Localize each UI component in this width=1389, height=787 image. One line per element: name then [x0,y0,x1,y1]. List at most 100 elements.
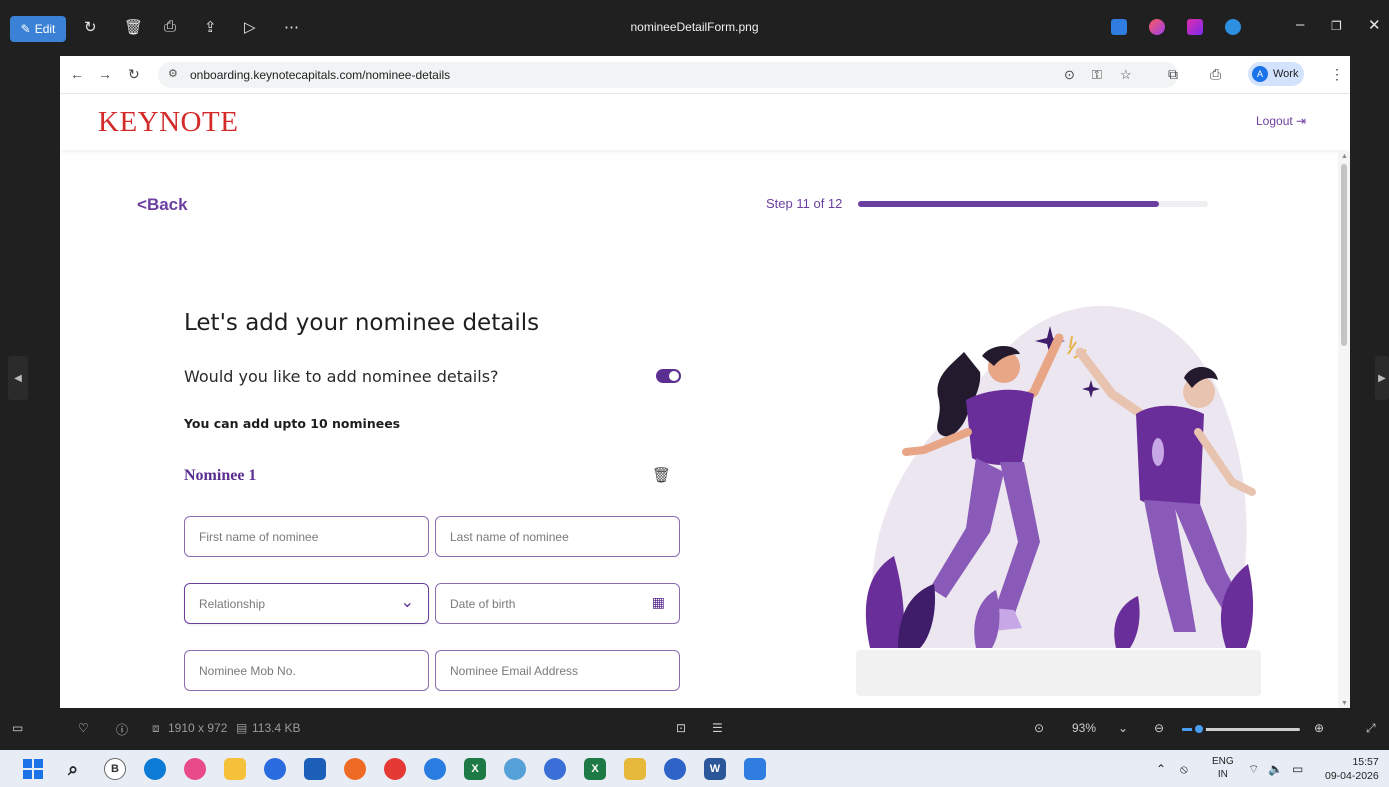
folder-shortcut-icon[interactable] [624,758,646,780]
photos-taskbar-icon[interactable] [744,758,766,780]
url-bar[interactable]: ⚙ onboarding.keynotecapitals.com/nominee… [158,62,1178,88]
profile-label: Work [1273,68,1299,80]
chevron-left-icon: < [137,195,147,214]
filmstrip-icon[interactable]: ▭ [12,721,23,735]
zoom-dropdown-chevron-icon[interactable]: ⌄ [1118,721,1128,735]
microsoft-store-icon[interactable] [304,758,326,780]
page-scrollbar[interactable]: ▲ ▼ [1338,152,1350,708]
excel-icon[interactable]: X [464,758,486,780]
man-shirt-detail [1152,438,1164,466]
photos-app-icon[interactable] [1111,19,1127,35]
site-header: KEYNOTE Logout ⇥ [60,94,1350,150]
back-button[interactable]: <Back [137,195,188,215]
clock-date: 09-04-2026 [1325,770,1379,782]
date-of-birth-field[interactable]: Date of birth ▦ [435,583,680,624]
email-placeholder: Nominee Email Address [450,664,579,678]
reload-icon[interactable]: ↻ [128,66,140,83]
logout-button[interactable]: Logout ⇥ [1256,114,1306,128]
word-icon[interactable]: W [704,758,726,780]
back-arrow-icon[interactable]: ← [70,66,84,82]
search-icon[interactable]: ⌕ [62,758,84,780]
browser-menu-icon[interactable]: ⋮ [1330,66,1344,83]
start-windows-icon[interactable] [22,758,44,780]
fullscreen-icon[interactable]: ⤢ [1366,721,1376,736]
email-field[interactable]: Nominee Email Address [435,650,680,691]
page-title: Let's add your nominee details [184,310,540,336]
profile-button[interactable]: A Work [1248,62,1304,86]
system-clock[interactable]: 15:57 09-04-2026 [1325,755,1379,783]
image-dimensions: 1910 x 972 [168,721,228,735]
print-icon[interactable]: ⎙ [1210,66,1221,83]
extensions-icon[interactable]: ⧉ [1168,66,1178,83]
store-app-icon[interactable] [264,758,286,780]
file-explorer-icon[interactable] [224,758,246,780]
relationship-placeholder: Relationship [199,597,266,611]
zoom-in-icon[interactable]: ⊕ [1314,721,1324,735]
text-scan-icon[interactable]: ☰ [712,721,723,735]
site-settings-icon[interactable]: ⚙ [168,67,178,80]
close-icon[interactable]: ✕ [1368,16,1381,34]
zoom-level[interactable]: 93% [1072,721,1096,735]
chrome-profile-icon[interactable] [424,758,446,780]
location-icon[interactable]: ⊙ [1064,67,1075,83]
copilot-icon[interactable] [184,758,206,780]
volume-icon[interactable]: 🔈 [1268,762,1283,776]
bing-icon[interactable]: B [104,758,126,780]
app-shortcut-icon[interactable] [504,758,526,780]
battery-icon[interactable]: ▭ [1292,762,1303,776]
copilot-icon[interactable] [1149,19,1165,35]
zoom-slider[interactable] [1182,722,1300,736]
password-key-icon[interactable]: ⚿ [1092,67,1102,83]
dimensions-icon: ⧈ [152,721,160,735]
chrome-icon[interactable] [384,758,406,780]
favorite-heart-icon[interactable]: ♡ [78,721,89,735]
wifi-icon[interactable]: ⌔ [1248,762,1259,777]
scroll-down-icon[interactable]: ▼ [1341,700,1348,707]
notifications-off-icon[interactable]: ⦸ [1180,762,1188,777]
brand-logo[interactable]: KEYNOTE [98,106,238,139]
forward-arrow-icon[interactable]: → [98,66,112,82]
url-text[interactable]: onboarding.keynotecapitals.com/nominee-d… [190,68,450,82]
app-shortcut-icon[interactable] [544,758,566,780]
scroll-thumb[interactable] [1341,164,1347,346]
avatar: A [1252,66,1268,82]
visual-search-icon[interactable]: ⊡ [676,721,686,735]
nominee-limit-hint: You can add upto 10 nominees [184,416,401,431]
progress-bar [858,201,1208,207]
chevron-down-icon: ⌄ [400,594,414,611]
calendar-icon[interactable]: ▦ [652,594,665,611]
show-hidden-icons-chevron-icon[interactable]: ⌃ [1156,762,1166,776]
restore-icon[interactable]: ❐ [1331,19,1342,33]
nominee-section-title: Nominee 1 [184,467,257,484]
man-shirt [1136,405,1204,509]
add-nominee-toggle[interactable] [656,369,681,383]
dob-placeholder: Date of birth [450,597,516,611]
mobile-number-field[interactable]: Nominee Mob No. [184,650,429,691]
delete-nominee-icon[interactable]: 🗑 [652,466,671,484]
high-five-illustration [865,305,1256,648]
last-name-field[interactable]: Last name of nominee [435,516,680,557]
zoom-out-icon[interactable]: ⊖ [1154,721,1164,735]
first-name-field[interactable]: First name of nominee [184,516,429,557]
language-indicator[interactable]: ENG IN [1212,755,1234,781]
previous-image-arrow[interactable]: ◀ [8,356,28,400]
photos-statusbar: ▭ ♡ ⓘ ⧈ 1910 x 972 ▤ 113.4 KB ⊡ ☰ ⊙ 93% … [0,708,1389,750]
last-name-placeholder: Last name of nominee [450,530,569,544]
minimize-icon[interactable]: – [1296,16,1304,33]
back-label: Back [146,195,188,214]
zoom-slider-thumb[interactable] [1191,722,1206,736]
app-shortcut-icon[interactable] [664,758,686,780]
illustration-footer-panel [856,650,1261,696]
onedrive-icon[interactable] [1225,19,1241,35]
next-image-arrow[interactable]: ▶ [1375,356,1389,400]
fit-to-window-icon[interactable]: ⊙ [1034,721,1044,735]
edge-icon[interactable] [144,758,166,780]
bookmark-star-icon[interactable]: ☆ [1120,67,1132,83]
clipchamp-icon[interactable] [1187,19,1203,35]
firefox-icon[interactable] [344,758,366,780]
info-icon[interactable]: ⓘ [116,721,128,738]
clock-time: 15:57 [1352,756,1379,768]
relationship-select[interactable]: Relationship ⌄ [184,583,429,624]
excel-shortcut-icon[interactable]: X [584,758,606,780]
scroll-up-icon[interactable]: ▲ [1341,153,1348,160]
